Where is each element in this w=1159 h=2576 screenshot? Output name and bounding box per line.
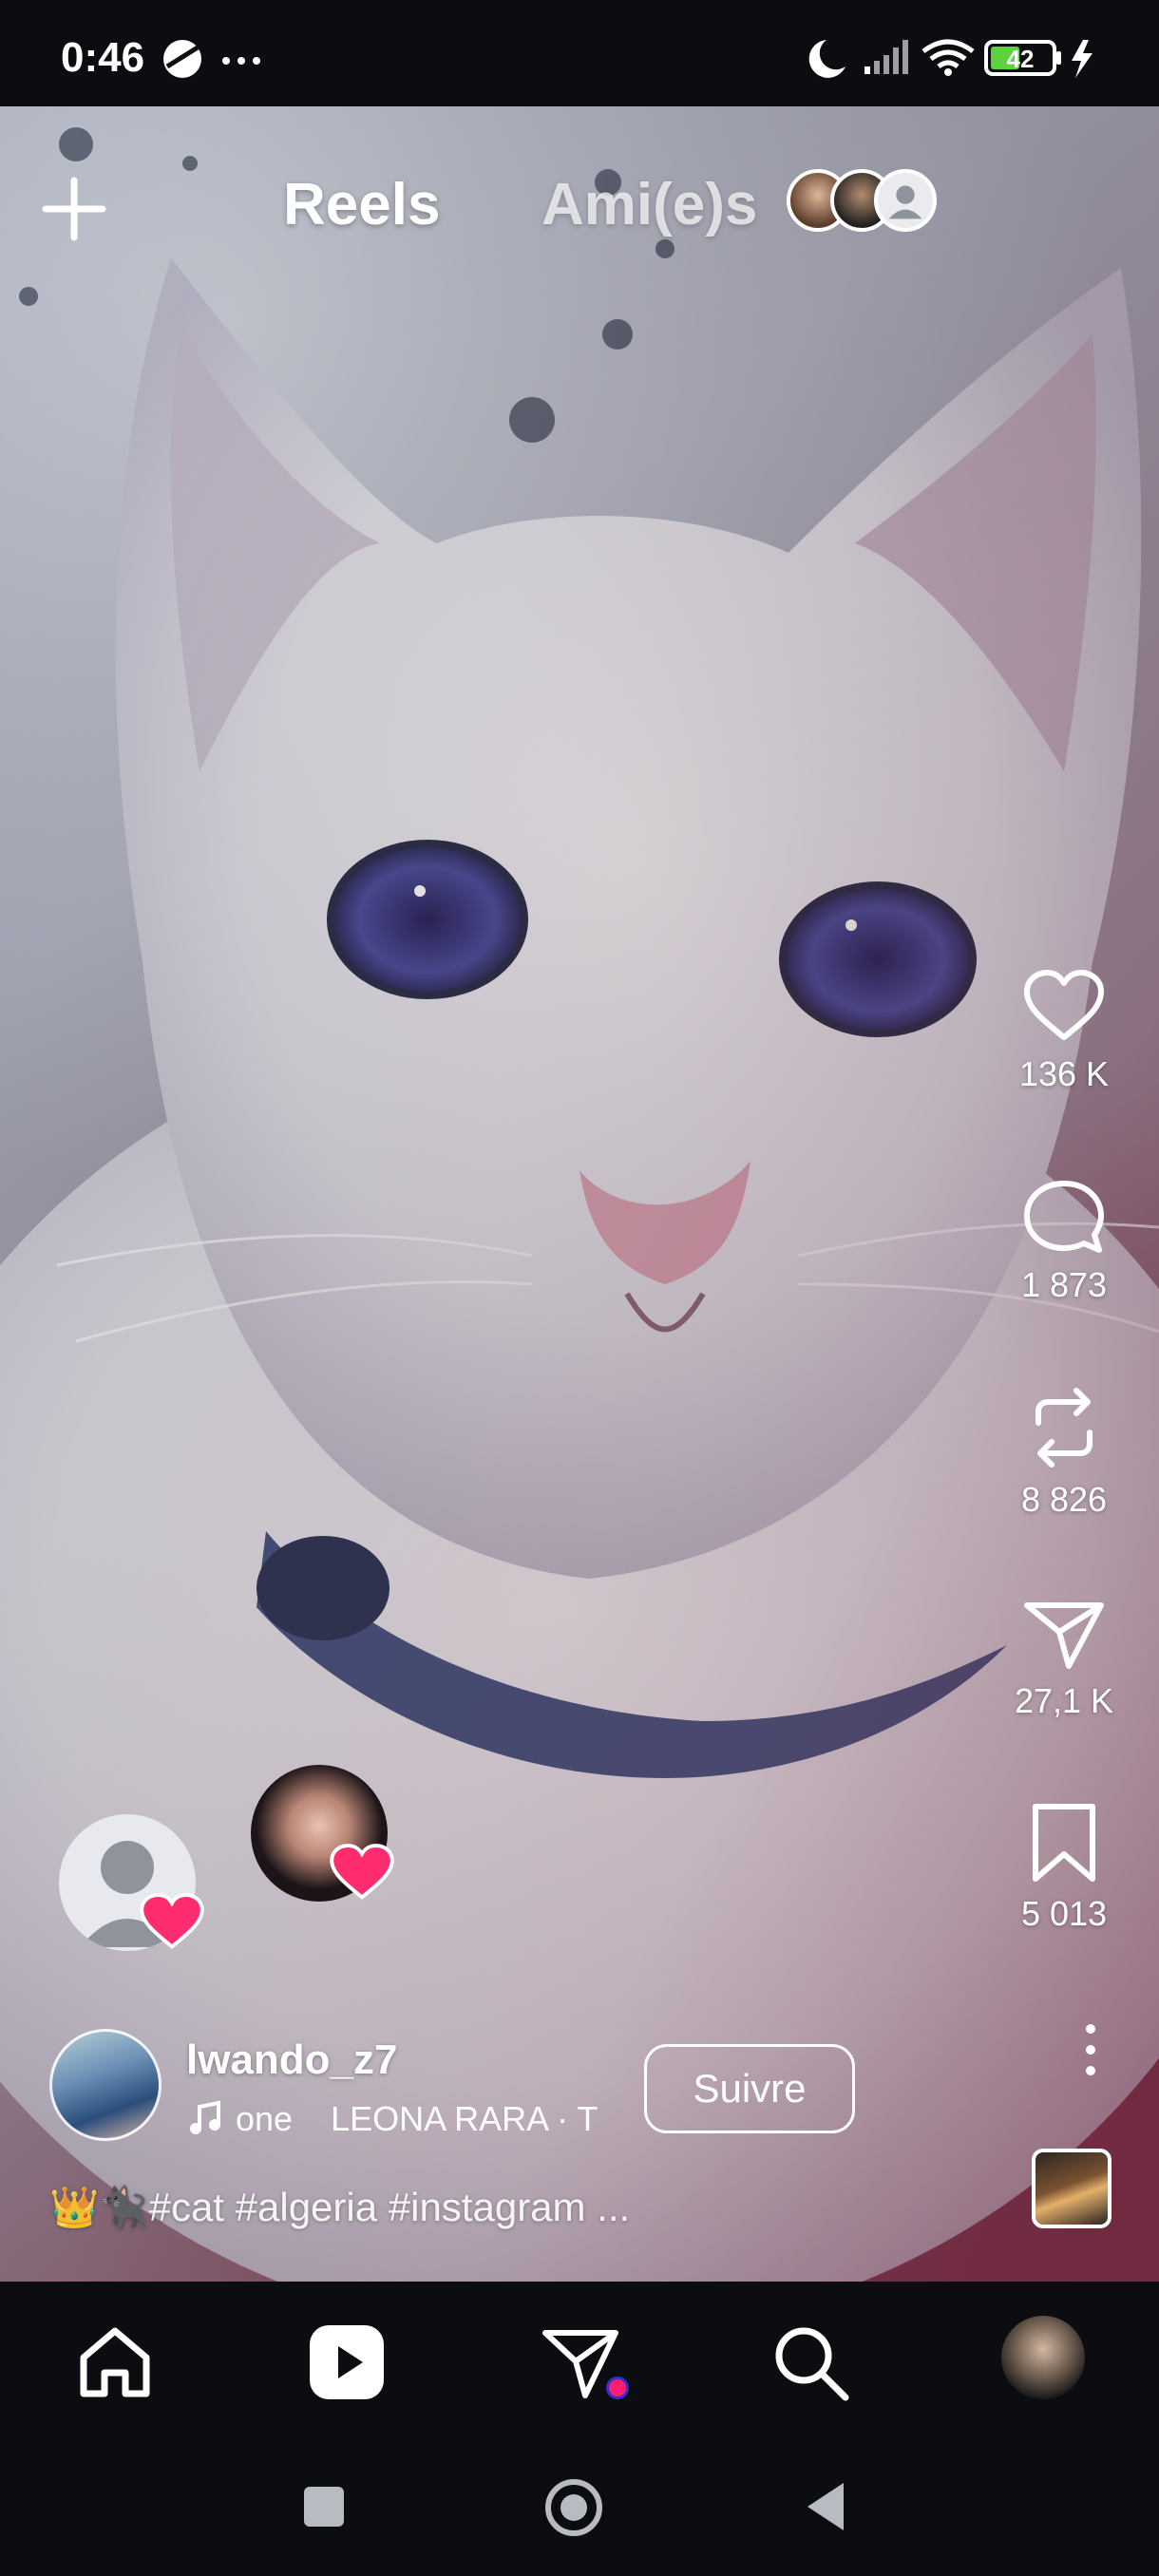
tab-reels[interactable]: Reels — [283, 171, 440, 238]
comment-icon — [1024, 1181, 1104, 1253]
unread-badge — [606, 2377, 629, 2399]
audio-thumbnail[interactable] — [1032, 2149, 1112, 2228]
more-icon[interactable] — [1079, 2021, 1102, 2078]
back-icon[interactable] — [802, 2479, 849, 2534]
bookmark-icon — [1033, 1804, 1095, 1882]
home-system-icon[interactable] — [543, 2477, 604, 2538]
tab-friends[interactable]: Ami(e)s — [542, 171, 757, 238]
save-button[interactable]: 5 013 — [969, 1801, 1159, 1934]
svg-text:42: 42 — [1007, 45, 1035, 73]
repost-icon — [1036, 1388, 1092, 1468]
system-status-icons: 42 — [808, 39, 1092, 78]
status-bar: 0:46 42 — [0, 0, 1159, 106]
home-icon[interactable] — [72, 2320, 158, 2405]
action-rail: 136 K 1 873 8 826 27,1 K 5 013 — [969, 950, 1159, 2242]
reels-icon[interactable] — [304, 2320, 390, 2405]
share-button[interactable]: 27,1 K — [969, 1596, 1159, 1721]
comment-count: 1 873 — [1020, 1265, 1108, 1304]
reels-header: Reels Ami(e)s — [0, 133, 1159, 275]
charging-icon — [1072, 40, 1092, 78]
profile-avatar[interactable] — [1001, 2316, 1085, 2399]
default-user-icon — [888, 185, 922, 219]
reel-caption[interactable]: 👑🐈‍⬛#cat #algeria #instagram ... — [49, 2185, 630, 2231]
author-username[interactable]: lwando_z7 — [186, 2036, 398, 2084]
status-time: 0:46 — [61, 34, 145, 81]
create-icon[interactable] — [36, 171, 112, 247]
battery-icon: 42 — [984, 40, 1061, 76]
wifi-icon — [922, 39, 975, 76]
heart-icon — [1024, 970, 1104, 1040]
music-row[interactable]: one LEONA RARA · T — [186, 2097, 633, 2139]
friend-avatars[interactable] — [787, 169, 948, 245]
friend-avatar — [874, 169, 937, 232]
comment-button[interactable]: 1 873 — [969, 1178, 1159, 1305]
share-count: 27,1 K — [1014, 1681, 1114, 1720]
share-icon — [1024, 1602, 1104, 1669]
music-title: one LEONA RARA · T — [236, 2099, 598, 2138]
recents-icon[interactable] — [300, 2483, 348, 2530]
repost-button[interactable]: 8 826 — [969, 1385, 1159, 1520]
author-avatar[interactable] — [49, 2029, 162, 2141]
repost-count: 8 826 — [1020, 1480, 1108, 1519]
notification-icons — [163, 40, 260, 78]
heart-reaction-icon — [330, 1844, 394, 1900]
dnd-moon-icon — [808, 40, 846, 78]
search-icon[interactable] — [768, 2320, 853, 2405]
signal-icon — [864, 40, 908, 74]
like-count: 136 K — [1018, 1054, 1110, 1093]
bottom-nav — [0, 2282, 1159, 2443]
heart-reaction-icon — [140, 1893, 204, 1949]
music-icon — [190, 2100, 220, 2134]
follow-button[interactable]: Suivre — [644, 2044, 855, 2133]
system-nav-bar — [0, 2443, 1159, 2576]
reels-screen: 0:46 42 Reels Ami(e)s 136 K 1 873 8 826 … — [0, 0, 1159, 2576]
save-count: 5 013 — [1020, 1894, 1108, 1933]
like-button[interactable]: 136 K — [969, 969, 1159, 1094]
